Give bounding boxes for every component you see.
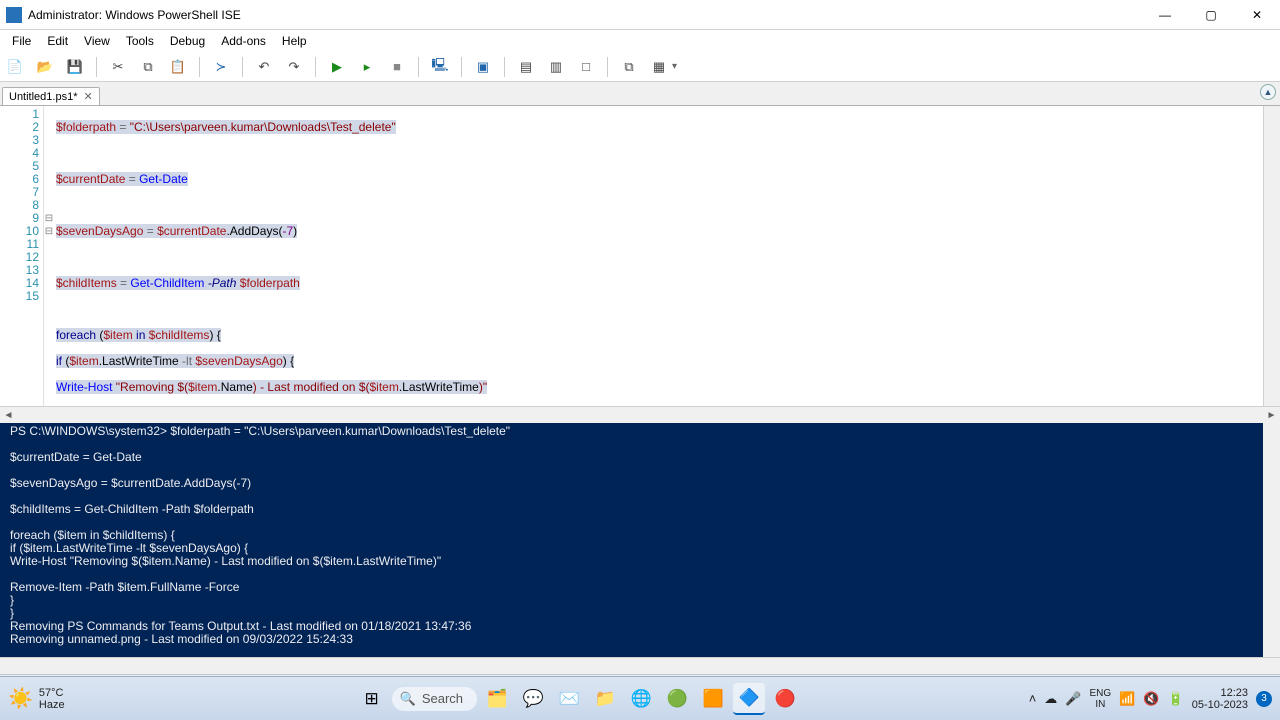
tab-untitled1[interactable]: Untitled1.ps1* ✕ [2,87,100,105]
copy-icon[interactable]: ⧉ [137,56,159,78]
code-area[interactable]: $folderpath = "C:\Users\parveen.kumar\Do… [54,106,1263,406]
weather-widget[interactable]: ☀️ 57°C Haze [8,686,128,711]
volume-icon[interactable]: 🔇 [1143,691,1159,707]
toolbar-dropdown-icon[interactable]: ▾ [672,61,677,72]
edge-icon[interactable]: 🟢 [661,683,693,715]
new-icon[interactable]: 📄 [4,56,26,78]
remote-icon[interactable]: 🖳 [429,56,451,78]
menu-debug[interactable]: Debug [162,32,213,50]
windows-taskbar: ☀️ 57°C Haze ⊞ 🔍 Search 🗂️ 💬 ✉️ 📁 🌐 🟢 🟧 … [0,676,1280,720]
menu-file[interactable]: File [4,32,39,50]
tab-label: Untitled1.ps1* [9,91,78,103]
redo-icon[interactable]: ↷ [283,56,305,78]
mic-icon[interactable]: 🎤 [1065,691,1081,707]
powershell-ise-icon[interactable]: 🔷 [733,683,765,715]
editor-vertical-scrollbar[interactable] [1263,106,1280,406]
explorer-icon[interactable]: 📁 [589,683,621,715]
console-horizontal-scrollbar[interactable] [0,657,1280,674]
paste-icon[interactable]: 📋 [167,56,189,78]
save-icon[interactable]: 💾 [64,56,86,78]
show-addon-icon[interactable]: ▦ [648,56,670,78]
undo-icon[interactable]: ↶ [253,56,275,78]
maximize-button[interactable]: ▢ [1188,0,1234,30]
search-icon: 🔍 [400,691,416,707]
close-button[interactable]: ✕ [1234,0,1280,30]
mail-icon[interactable]: ✉️ [553,683,585,715]
wifi-icon[interactable]: 📶 [1119,691,1135,707]
stop-icon[interactable]: ■ [386,56,408,78]
menu-edit[interactable]: Edit [39,32,76,50]
collapse-script-pane-icon[interactable]: ▲ [1260,84,1276,100]
menu-bar: File Edit View Tools Debug Add-ons Help [0,30,1280,52]
tab-close-icon[interactable]: ✕ [84,90,93,103]
app-icon-1[interactable]: 🟧 [697,683,729,715]
run-selection-icon[interactable]: ▸ [356,56,378,78]
layout2-icon[interactable]: ▥ [545,56,567,78]
app-icon [6,7,22,23]
task-view-icon[interactable]: 🗂️ [481,683,513,715]
start-button[interactable]: ⊞ [356,683,388,715]
menu-view[interactable]: View [76,32,118,50]
clock[interactable]: 12:2305-10-2023 [1192,687,1248,711]
editor-horizontal-scrollbar[interactable]: ◄► [0,406,1280,423]
tab-row: Untitled1.ps1* ✕ ▲ [0,82,1280,106]
console-vertical-scrollbar[interactable] [1263,423,1280,657]
recording-icon[interactable]: 🔴 [769,683,801,715]
weather-cond: Haze [39,699,65,711]
chat-icon[interactable]: 💬 [517,683,549,715]
weather-temp: 57°C [39,687,65,699]
layout1-icon[interactable]: ▤ [515,56,537,78]
minimize-button[interactable]: — [1142,0,1188,30]
open-icon[interactable]: 📂 [34,56,56,78]
sun-icon: ☀️ [8,686,33,711]
onedrive-icon[interactable]: ☁ [1044,691,1057,707]
toolbar: 📄 📂 💾 ✂ ⧉ 📋 ≻ ↶ ↷ ▶ ▸ ■ 🖳 ▣ ▤ ▥ □ ⧉ ▦ ▾ [0,52,1280,82]
new-remote-icon[interactable]: ▣ [472,56,494,78]
window-title: Administrator: Windows PowerShell ISE [28,8,1142,22]
fold-column: ⊟⊟ [44,106,54,406]
menu-tools[interactable]: Tools [118,32,162,50]
taskbar-search[interactable]: 🔍 Search [392,687,477,711]
system-tray: ˄ ☁ 🎤 ENGIN 📶 🔇 🔋 12:2305-10-2023 3 [1029,687,1272,711]
console-pane[interactable]: PS C:\WINDOWS\system32> $folderpath = "C… [0,423,1280,657]
menu-help[interactable]: Help [274,32,315,50]
tray-expand-icon[interactable]: ˄ [1029,691,1037,706]
search-placeholder: Search [422,691,463,706]
show-command-icon[interactable]: ⧉ [618,56,640,78]
clear-icon[interactable]: ≻ [210,56,232,78]
chrome-icon[interactable]: 🌐 [625,683,657,715]
notifications-icon[interactable]: 3 [1256,691,1272,707]
layout3-icon[interactable]: □ [575,56,597,78]
line-number-gutter: 123 456 789 101112 131415 [0,106,44,406]
script-editor[interactable]: 123 456 789 101112 131415 ⊟⊟ $folderpath… [0,106,1280,406]
title-bar: Administrator: Windows PowerShell ISE — … [0,0,1280,30]
menu-addons[interactable]: Add-ons [213,32,274,50]
cut-icon[interactable]: ✂ [107,56,129,78]
language-indicator[interactable]: ENGIN [1089,688,1111,710]
battery-icon[interactable]: 🔋 [1168,691,1184,707]
run-icon[interactable]: ▶ [326,56,348,78]
